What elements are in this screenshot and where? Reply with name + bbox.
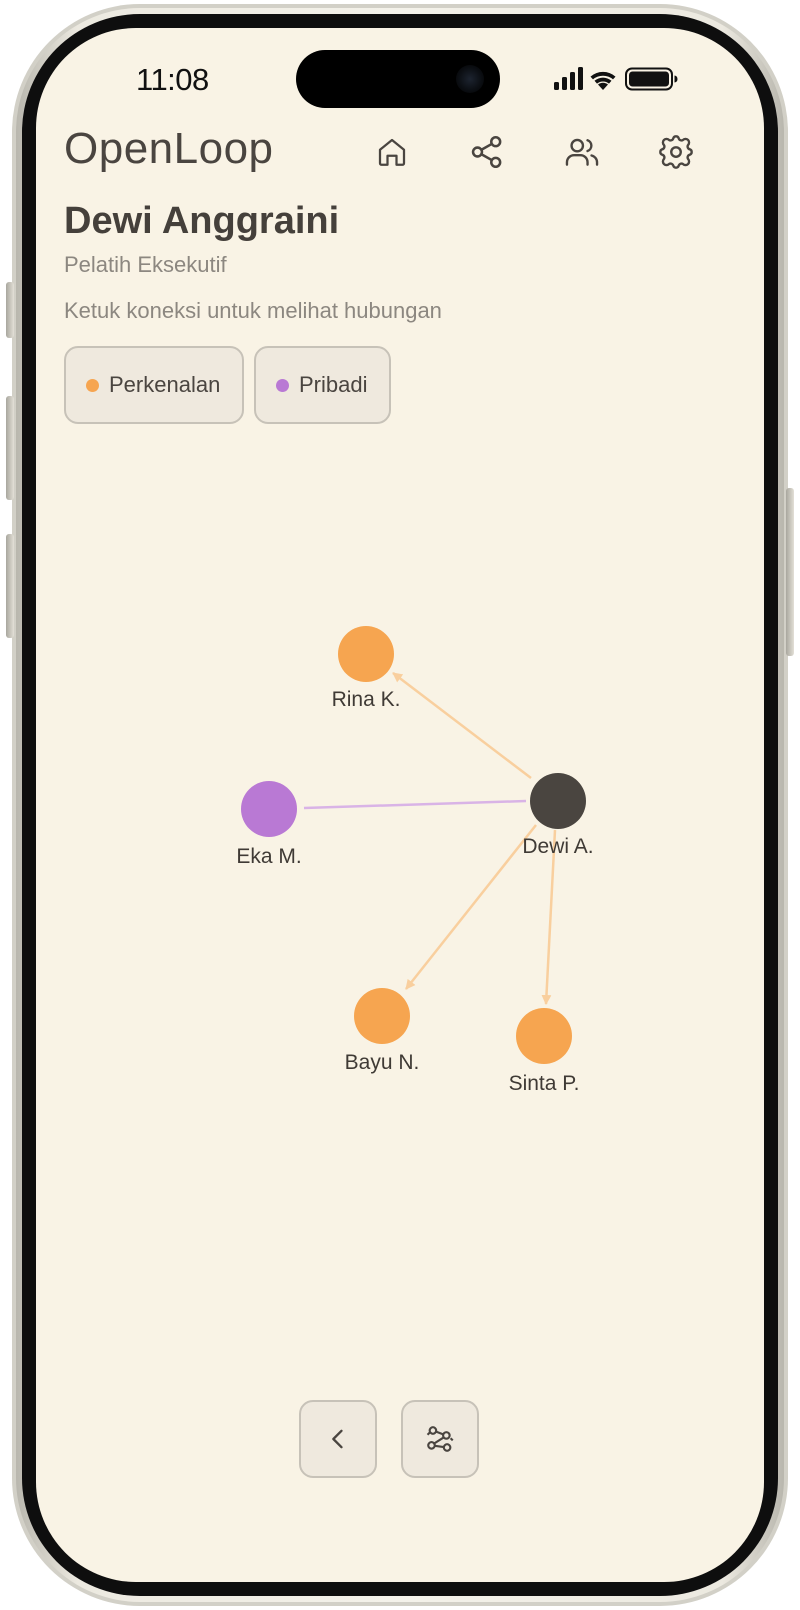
back-button[interactable] (299, 1400, 377, 1478)
node-bayu-label: Bayu N. (345, 1051, 420, 1074)
node-dewi[interactable] (530, 773, 586, 829)
node-eka-label: Eka M. (236, 845, 301, 868)
screen: 11:08 OpenLoop Dewi Anggraini Pelatih Ek… (36, 28, 764, 1582)
graph-layout-icon (426, 1426, 454, 1452)
back-icon (332, 1429, 343, 1449)
edge-bayu[interactable] (405, 824, 537, 990)
node-bayu[interactable] (354, 988, 410, 1044)
edge-eka[interactable] (303, 799, 527, 810)
node-eka[interactable] (241, 781, 297, 837)
node-sinta-label: Sinta P. (509, 1072, 580, 1095)
connection-graph: Dewi A. Rina K. Eka M. Bayu N. Sinta P. (236, 626, 594, 1095)
volume-down-button (6, 534, 14, 638)
node-rina-label: Rina K. (332, 688, 401, 711)
node-sinta[interactable] (516, 1008, 572, 1064)
power-button (786, 488, 794, 656)
action-button (6, 282, 14, 338)
graph-layout-button[interactable] (401, 1400, 479, 1478)
node-dewi-label: Dewi A. (522, 835, 593, 858)
node-rina[interactable] (338, 626, 394, 682)
edge-rina[interactable] (392, 672, 532, 779)
volume-up-button (6, 396, 14, 500)
